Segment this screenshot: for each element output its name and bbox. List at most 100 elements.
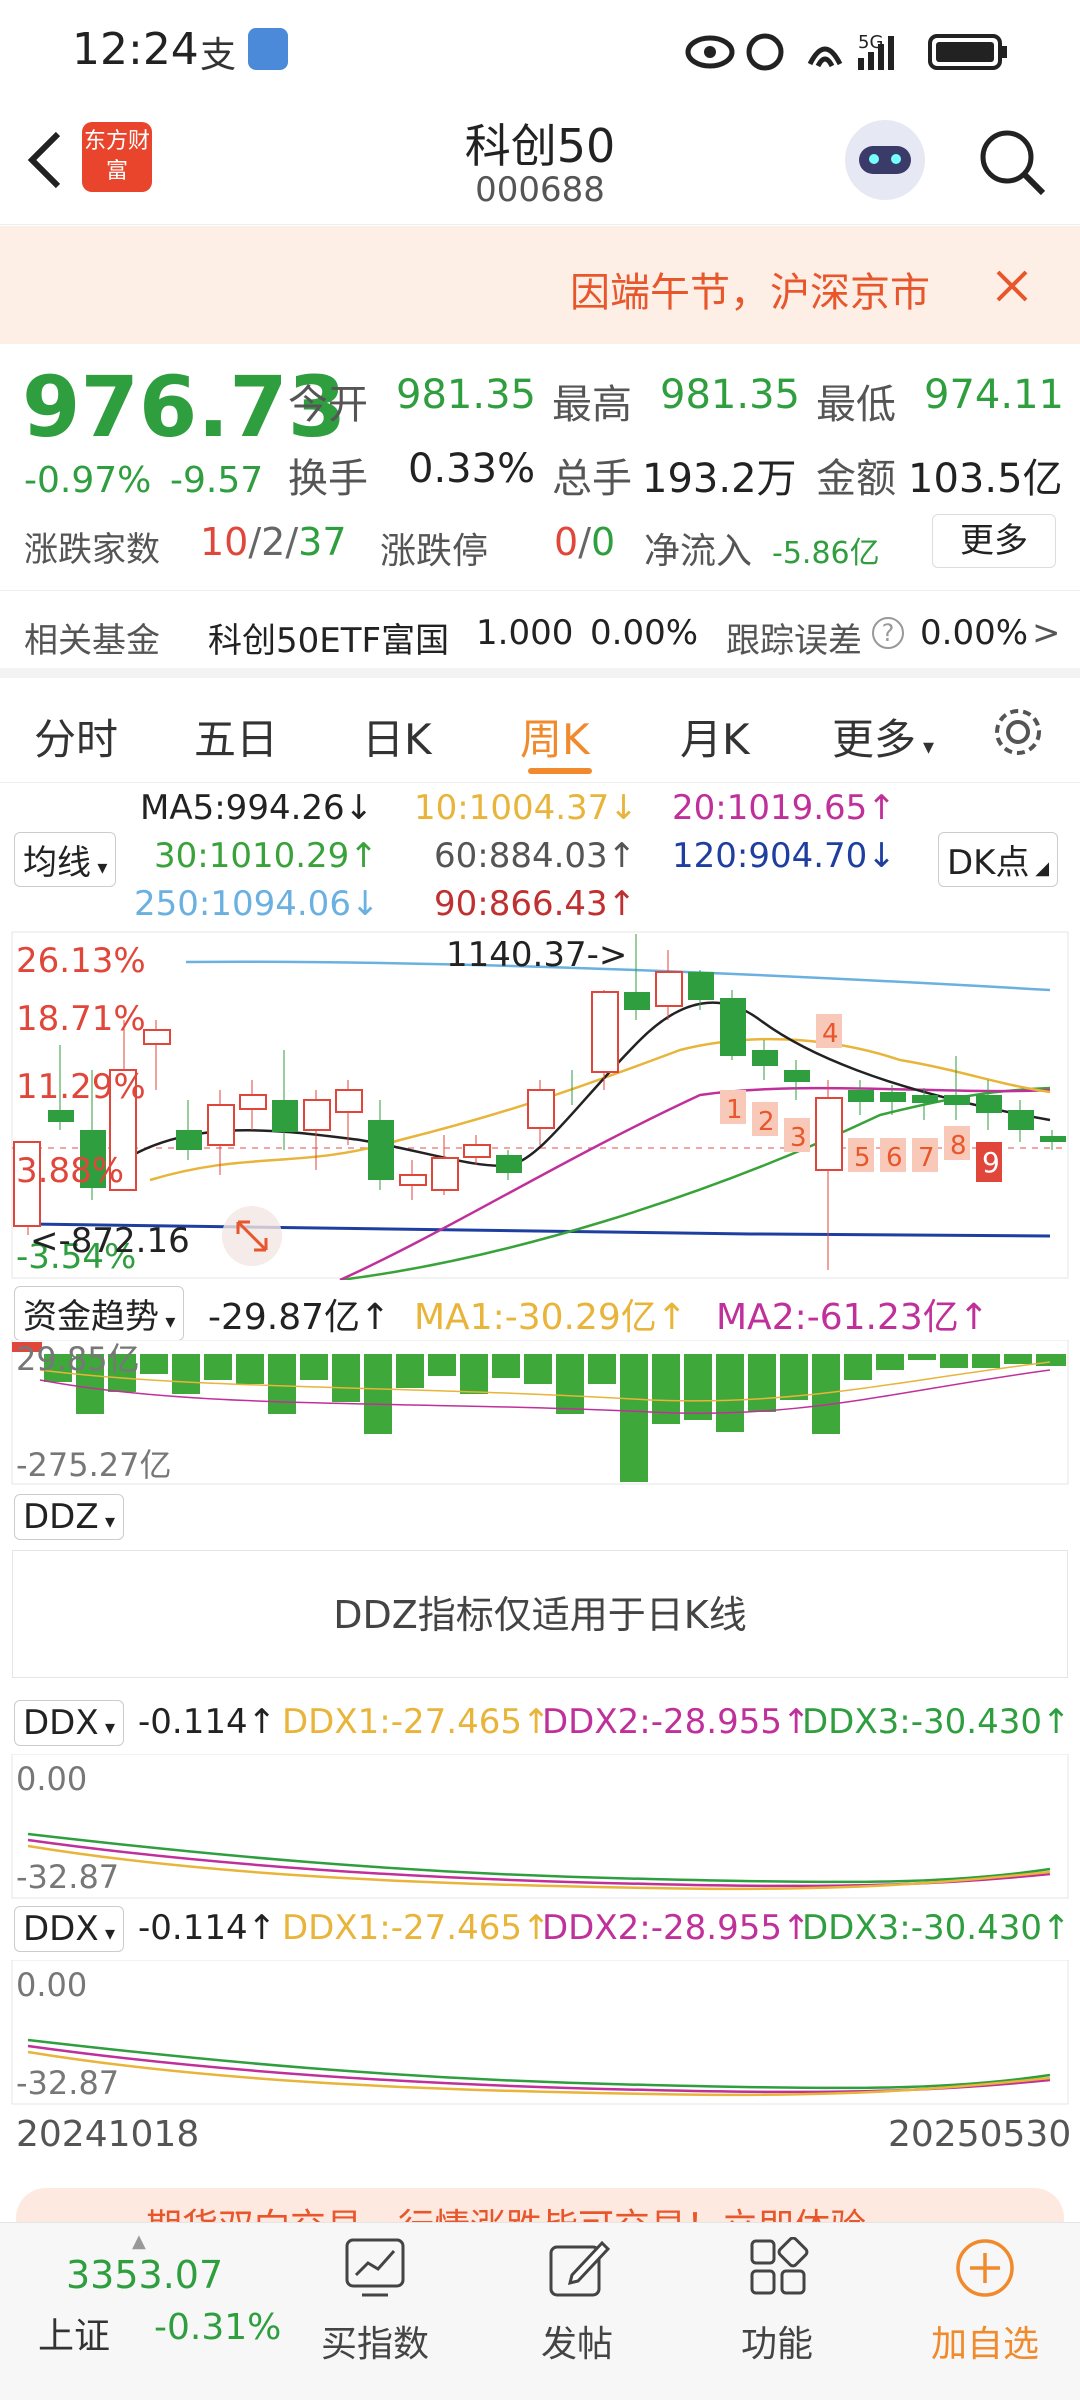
ddz-message: DDZ指标仅适用于日K线 — [12, 1550, 1068, 1678]
index-name: 上证 — [38, 2316, 111, 2357]
top-nav: 东方财富 科创50 000688 — [0, 100, 1080, 225]
more-button[interactable]: 更多 — [932, 514, 1056, 568]
end-date: 20250530 — [888, 2114, 1072, 2155]
function-label: 功能 — [740, 2324, 813, 2365]
active-tab-indicator — [528, 768, 592, 774]
tab-daily-k[interactable]: 日K — [362, 706, 432, 767]
tab-more[interactable]: 更多 ▾ — [832, 706, 934, 767]
netflow-value: -5.86亿 — [772, 536, 880, 571]
ddx-legend-2: DDX ▾ -0.114↑ DDX1:-27.465↑ DDX2:-28.955… — [0, 1902, 1080, 1958]
amount-label: 金额 — [816, 456, 896, 502]
capital-top-label: 29.85亿 — [16, 1340, 140, 1378]
high-value: 981.35 — [660, 372, 800, 418]
ddz-panel: DDZ ▾ DDZ指标仅适用于日K线 — [0, 1490, 1080, 1690]
post-label: 发帖 — [540, 2324, 613, 2365]
ma-selector[interactable]: 均线 ▾ — [14, 832, 117, 887]
ddx-selector-1[interactable]: DDX ▾ — [14, 1700, 125, 1746]
high-marker: 1140.37-> — [446, 935, 627, 975]
buy-index-label: 买指数 — [320, 2324, 429, 2365]
turnover-label: 换手 — [288, 456, 368, 502]
stock-code: 000688 — [475, 170, 605, 210]
ma120-text: 120:904.70↓ — [672, 836, 896, 876]
limit-values: 0/0 — [554, 520, 616, 564]
capital-trend-chart[interactable]: 29.85亿 -275.27亿 — [0, 1340, 1080, 1486]
ddx-selector-2[interactable]: DDX ▾ — [14, 1906, 125, 1952]
banner-text: 因端午节，沪深京市 — [570, 270, 930, 316]
tab-five-day[interactable]: 五日 — [194, 706, 278, 767]
app-notification-icon — [248, 28, 288, 70]
ddx-top-label-1: 0.00 — [16, 1760, 87, 1798]
low-value: 974.11 — [924, 372, 1064, 418]
breadth-values: 10/2/37 — [200, 520, 347, 564]
fund-label: 相关基金 — [24, 621, 160, 661]
ddx-bottom-label-2: -32.87 — [16, 2064, 119, 2102]
ddx-legend-1: DDX ▾ -0.114↑ DDX1:-27.465↑ DDX2:-28.955… — [0, 1696, 1080, 1752]
capital-legend: 资金趋势 ▾ -29.87亿↑ MA1:-30.29亿↑ MA2:-61.23亿… — [0, 1282, 1080, 1341]
tab-monthly-k[interactable]: 月K — [680, 706, 750, 767]
capital-bottom-label: -275.27亿 — [16, 1446, 172, 1484]
weekly-k-chart[interactable]: 1 2 3 4 5 6 7 8 9 26.13% 18.71% 11.29% 3… — [0, 930, 1080, 1280]
status-bar: 12:24 支 5G — [0, 0, 1080, 100]
pct-label-4: 3.88% — [16, 1151, 124, 1191]
fund-name: 科创50ETF富国 — [208, 621, 450, 661]
dk-point-button[interactable]: DK点 ◢ — [938, 832, 1059, 887]
ddx-value-2: -0.114↑ — [138, 1908, 277, 1948]
period-tabs: 分时 五日 日K 周K 月K 更多 ▾ — [0, 678, 1080, 783]
svg-text:2: 2 — [758, 1107, 775, 1137]
volume-label: 总手 — [552, 456, 632, 502]
capital-value: -29.87亿↑ — [208, 1297, 391, 1338]
ddx-value-1: -0.114↑ — [138, 1702, 277, 1742]
change-pct: -0.97% — [24, 460, 152, 501]
open-label: 今开 — [288, 382, 368, 428]
svg-text:6: 6 — [886, 1143, 903, 1173]
pct-label-2: 18.71% — [16, 999, 146, 1039]
tab-weekly-k[interactable]: 周K — [520, 706, 590, 767]
ddx2-value-2: DDX2:-28.955↑ — [542, 1908, 811, 1948]
app-logo: 东方财富 — [82, 122, 152, 192]
tab-intraday[interactable]: 分时 — [34, 706, 118, 767]
index-ticker[interactable]: ▲ 3353.07 上证 -0.31% — [0, 2223, 290, 2400]
ma20-text: 20:1019.65↑ — [672, 788, 896, 828]
svg-text:4: 4 — [822, 1019, 839, 1049]
ddx-chart-2[interactable]: 0.00 -32.87 — [0, 1960, 1080, 2106]
ddx1-value-1: DDX1:-27.465↑ — [282, 1702, 551, 1742]
close-icon[interactable] — [992, 266, 1032, 306]
function-button[interactable]: 功能 — [712, 2223, 842, 2400]
search-icon[interactable] — [975, 125, 1049, 199]
quote-panel: 976.73 -0.97% -9.57 今开 981.35 最高 981.35 … — [0, 344, 1080, 584]
help-icon[interactable]: ? — [872, 617, 904, 649]
capital-ma1: MA1:-30.29亿↑ — [414, 1297, 687, 1338]
alipay-icon: 支 — [200, 35, 237, 76]
edit-icon — [549, 2240, 610, 2297]
fund-price: 1.000 — [476, 613, 574, 653]
bottom-toolbar: ▲ 3353.07 上证 -0.31% 买指数 发帖 功能 加自选 — [0, 2222, 1080, 2400]
grid-icon — [750, 2237, 809, 2295]
ma30-text: 30:1010.29↑ — [154, 836, 378, 876]
assistant-avatar[interactable] — [845, 120, 925, 200]
settings-icon[interactable] — [990, 704, 1046, 760]
breadth-label: 涨跌家数 — [24, 530, 160, 570]
status-time: 12:24 — [72, 24, 199, 75]
chart-trend-icon — [345, 2238, 405, 2297]
low-label: 最低 — [816, 382, 896, 428]
ma10-text: 10:1004.37↓ — [414, 788, 638, 828]
capital-selector[interactable]: 资金趋势 ▾ — [14, 1286, 185, 1341]
index-value: 3353.07 — [66, 2253, 224, 2297]
capital-ma2: MA2:-61.23亿↑ — [716, 1297, 989, 1338]
tracking-error-value: 0.00% — [920, 613, 1029, 653]
limit-label: 涨跌停 — [380, 531, 489, 572]
post-button[interactable]: 发帖 — [512, 2223, 642, 2400]
svg-text:5: 5 — [854, 1143, 871, 1173]
back-icon[interactable] — [22, 128, 66, 192]
ddx-chart-1[interactable]: 0.00 -32.87 — [0, 1754, 1080, 1900]
pct-label-1: 26.13% — [16, 941, 146, 981]
ddx-bottom-label-1: -32.87 — [16, 1858, 119, 1896]
amount-value: 103.5亿 — [908, 456, 1063, 502]
ddx2-value-1: DDX2:-28.955↑ — [542, 1702, 811, 1742]
netflow-label: 净流入 — [644, 531, 753, 572]
related-fund-row[interactable]: 相关基金 科创50ETF富国 1.000 0.00% 跟踪误差 ? 0.00% … — [0, 590, 1080, 678]
add-watchlist-button[interactable]: 加自选 — [910, 2223, 1060, 2400]
buy-index-button[interactable]: 买指数 — [310, 2223, 440, 2400]
volume-value: 193.2万 — [642, 456, 797, 502]
ddz-selector[interactable]: DDZ ▾ — [14, 1494, 125, 1540]
